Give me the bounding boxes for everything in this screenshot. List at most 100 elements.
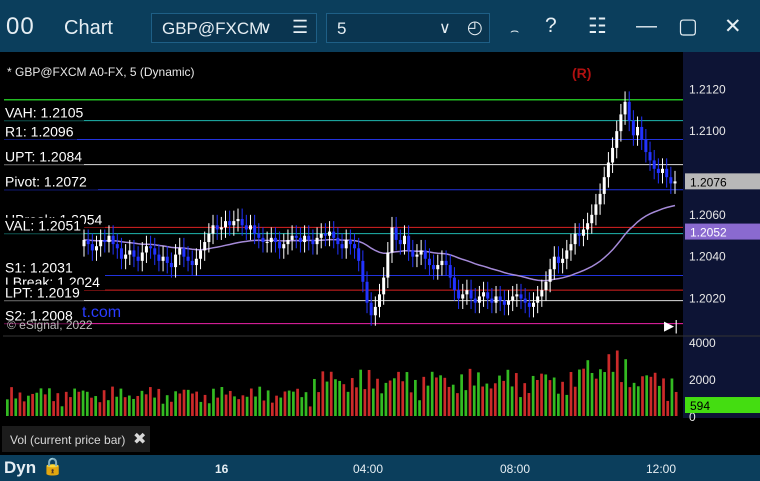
candle-body	[423, 250, 427, 259]
volume-bar	[228, 390, 232, 416]
candle-body	[257, 233, 261, 238]
candle-body	[348, 239, 352, 245]
candle-body	[186, 256, 190, 261]
interval-selector[interactable]: 5 ∨ ◴	[326, 13, 490, 43]
layout-icon[interactable]: ☷	[588, 14, 607, 39]
candle-body	[419, 250, 423, 255]
volume-bar	[418, 400, 421, 416]
minimize-icon[interactable]: —	[636, 14, 657, 38]
candle-body	[448, 265, 452, 278]
scroll-to-end-icon[interactable]: ▶|	[664, 319, 678, 334]
candle-body	[373, 306, 377, 316]
candle-body	[315, 237, 319, 245]
symbol-selector[interactable]: GBP@FXCM ∨ ☰	[151, 13, 317, 43]
candle-body	[615, 131, 619, 148]
volume-bar	[18, 392, 22, 416]
level-label: R1: 1.2096	[5, 124, 74, 140]
volume-bar	[607, 354, 611, 416]
volume-bar	[300, 397, 304, 416]
volume-bar	[140, 390, 144, 416]
candle-body	[232, 221, 236, 226]
volume-bar	[69, 397, 72, 416]
candle-body	[556, 256, 560, 263]
volume-bar	[212, 388, 215, 416]
volume-bar	[674, 391, 678, 416]
volume-bar	[77, 391, 81, 416]
maximize-icon[interactable]: ▢	[678, 14, 698, 39]
candle-body	[581, 229, 585, 236]
candle-body	[103, 239, 107, 243]
volume-bar	[35, 392, 39, 416]
candle-body	[561, 258, 565, 263]
volume-bar	[52, 401, 55, 416]
title-bar: 00 Chart GBP@FXCM ∨ ☰ 5 ∨ ◴ ⌢ ? ☷ — ▢ ✕	[0, 0, 760, 52]
volume-bar	[451, 384, 455, 416]
time-label: 12:00	[646, 462, 677, 476]
volume-bar	[498, 375, 501, 416]
price-tick-label: 1.2060	[689, 208, 726, 222]
candle-body	[527, 302, 531, 307]
candle-body	[569, 244, 573, 251]
candle-body	[477, 296, 481, 303]
volume-tab-label: Vol (current price bar)	[10, 433, 126, 447]
volume-bar	[60, 406, 64, 416]
candle-body	[261, 237, 265, 243]
volume-bar	[275, 395, 278, 416]
interval-input[interactable]: 5	[337, 19, 346, 39]
copyright: © eSignal, 2022	[7, 318, 93, 332]
volume-bar	[98, 402, 102, 416]
draw-icon[interactable]: ⌢	[510, 22, 519, 39]
level-label: Pivot: 1.2072	[5, 174, 87, 190]
candle-body	[298, 237, 302, 243]
candle-body	[328, 231, 332, 236]
candle-body	[644, 139, 648, 153]
candle-body	[190, 260, 194, 266]
candle-body	[294, 235, 298, 238]
volume-bar	[519, 397, 522, 416]
chevron-down-icon[interactable]: ∨	[439, 18, 451, 38]
symbol-input[interactable]: GBP@FXCM	[162, 19, 263, 39]
volume-bar	[485, 383, 489, 416]
candle-body	[665, 168, 669, 178]
clock-icon[interactable]: ◴	[467, 17, 483, 38]
vwap-tag: 1.2052	[690, 226, 727, 240]
close-icon[interactable]: ✕	[724, 14, 742, 39]
chevron-down-icon[interactable]: ∨	[260, 18, 272, 38]
candle-body	[440, 260, 444, 266]
volume-bar	[401, 381, 405, 416]
volume-tick-label: 2000	[689, 373, 716, 387]
volume-bar	[409, 392, 413, 416]
candle-body	[140, 252, 144, 261]
candle-body	[236, 219, 240, 222]
candle-body	[174, 254, 178, 268]
candle-body	[648, 152, 652, 161]
candle-body	[577, 233, 581, 236]
candle-body	[136, 256, 140, 261]
volume-bar	[329, 371, 333, 416]
volume-tab[interactable]: Vol (current price bar) ✖	[2, 426, 150, 452]
candle-body	[319, 233, 323, 238]
volume-bar	[397, 371, 400, 416]
volume-bar	[350, 378, 354, 416]
volume-bar	[64, 391, 68, 416]
lock-icon[interactable]: 🔒	[42, 457, 63, 477]
volume-bar	[371, 388, 375, 416]
menu-icon[interactable]: ☰	[292, 17, 308, 38]
volume-bar	[220, 387, 224, 416]
candle-body	[548, 269, 552, 282]
volume-bar	[43, 394, 47, 416]
candle-body	[411, 250, 415, 257]
close-icon[interactable]: ✖	[133, 429, 146, 449]
volume-bar	[603, 372, 606, 416]
volume-bar	[527, 393, 531, 416]
volume-bar	[670, 378, 674, 416]
chart[interactable]: VAH: 1.2105 R1: 1.2096 UPT: 1.2084 Pivot: 1…	[0, 52, 760, 455]
candle-body	[507, 300, 511, 305]
help-icon[interactable]: ?	[545, 14, 557, 38]
volume-bar	[535, 379, 539, 416]
dyn-button[interactable]: Dyn	[4, 458, 36, 478]
candle-body	[598, 193, 602, 205]
candle-body	[586, 223, 590, 230]
candle-body	[132, 250, 136, 257]
candle-body	[207, 233, 211, 243]
